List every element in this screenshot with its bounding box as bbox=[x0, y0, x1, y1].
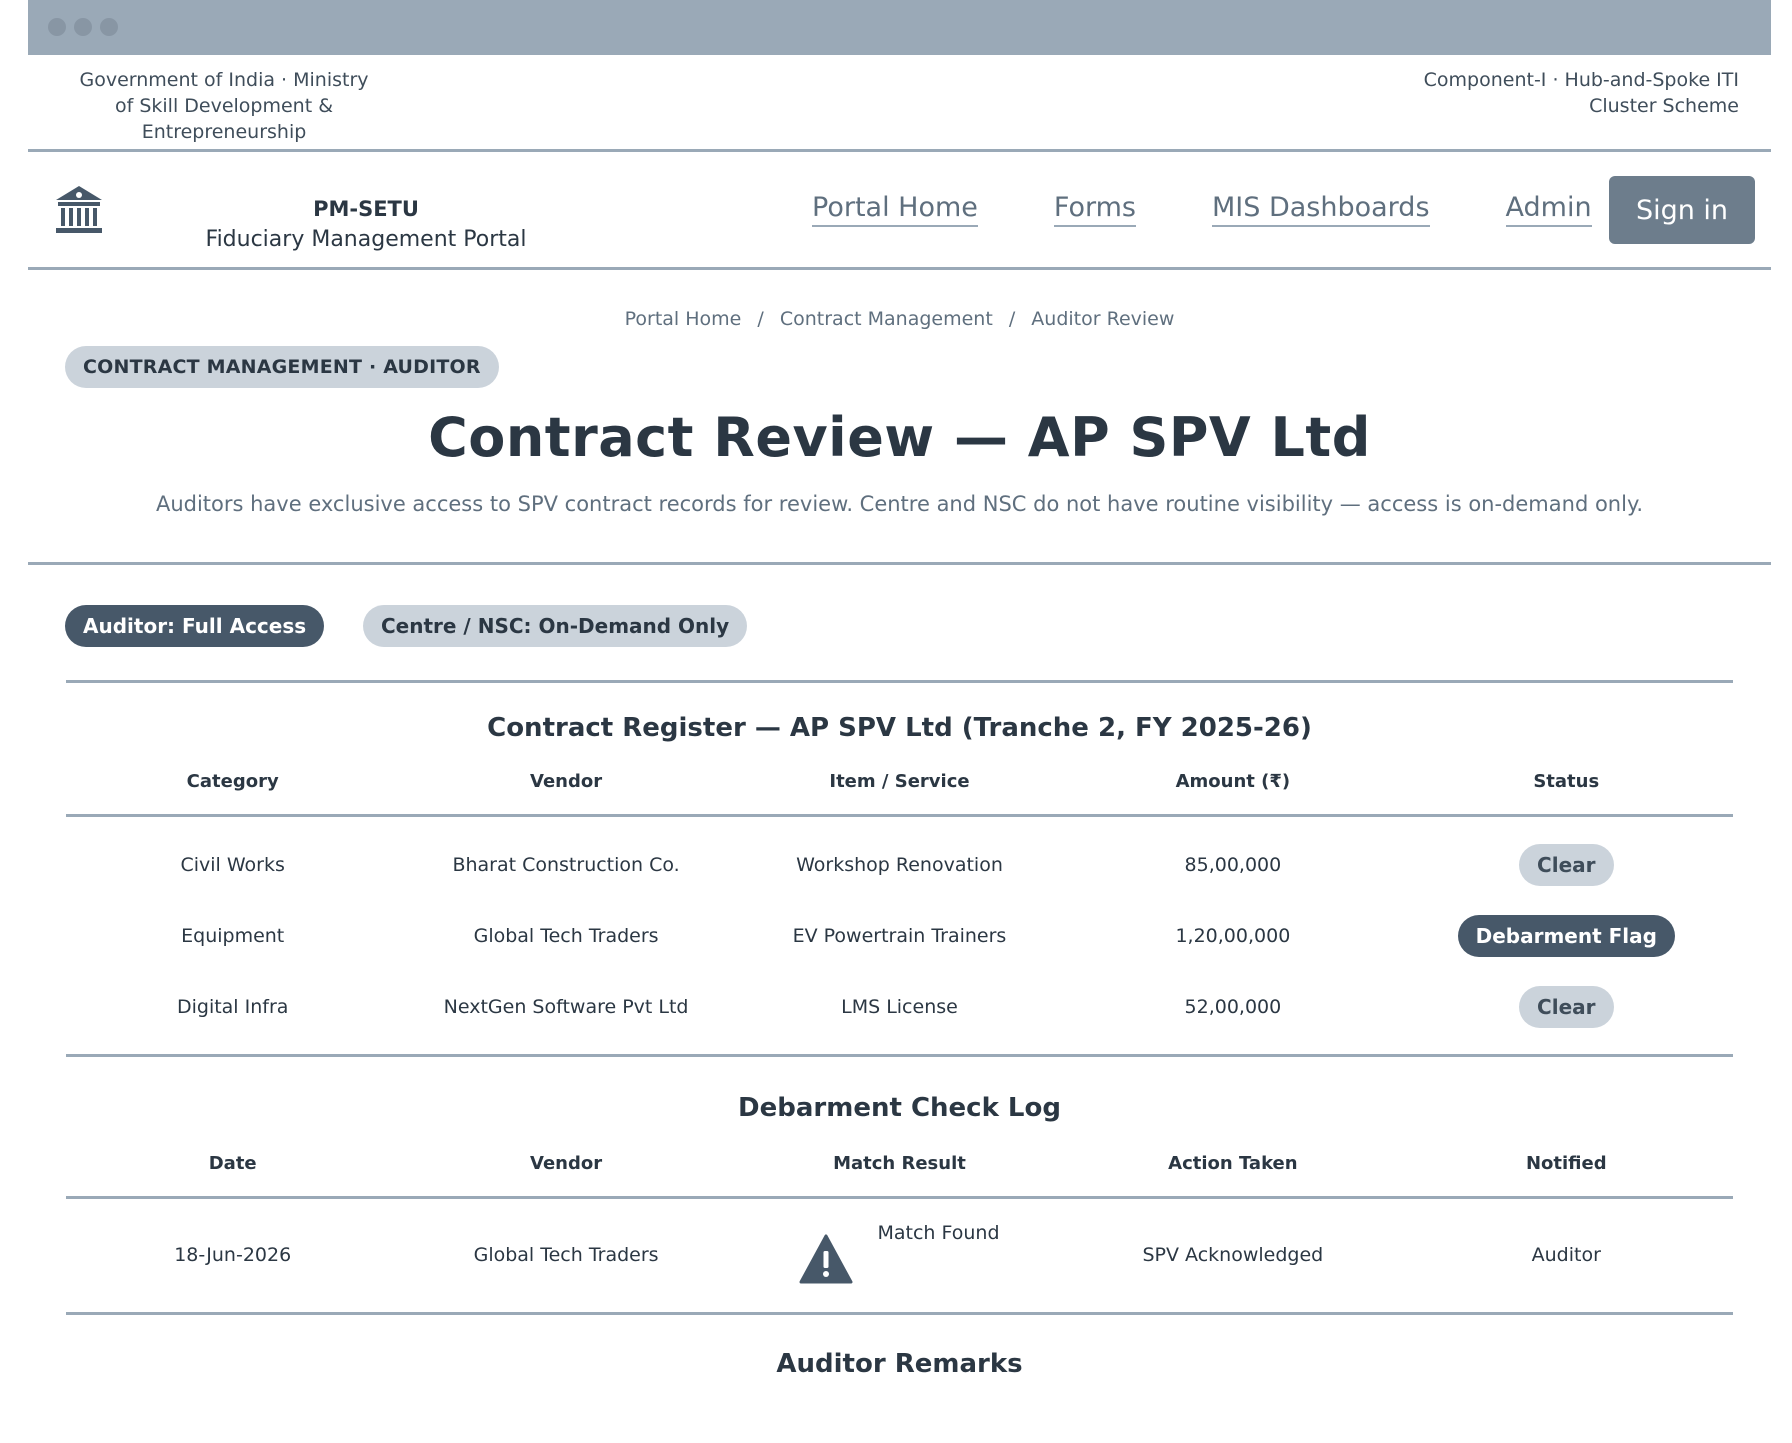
status-badge-debarment-flag[interactable]: Debarment Flag bbox=[1457, 914, 1675, 957]
breadcrumb-portal-home[interactable]: Portal Home bbox=[625, 308, 742, 330]
section-tag: CONTRACT MANAGEMENT · AUDITOR bbox=[65, 346, 499, 388]
centre-access-badge: Centre / NSC: On-Demand Only bbox=[363, 605, 748, 647]
contract-register-section: Contract Register — AP SPV Ltd (Tranche … bbox=[66, 680, 1733, 1379]
cell-amount: 52,00,000 bbox=[1184, 995, 1282, 1018]
status-badge-clear: Clear bbox=[1519, 985, 1614, 1028]
nav-link-portal-home[interactable]: Portal Home bbox=[812, 192, 978, 227]
column-header-category: Category bbox=[186, 770, 279, 792]
debarment-log-table: Date Vendor Match Result Action Taken No… bbox=[66, 1131, 1733, 1312]
table-row[interactable]: 18-Jun-2026 Global Tech Traders Match Fo… bbox=[66, 1197, 1733, 1312]
contract-register-title: Contract Register — AP SPV Ltd (Tranche … bbox=[487, 713, 1312, 743]
window-minimize-dot[interactable] bbox=[74, 18, 92, 36]
scheme-text: Component-I · Hub-and-Spoke ITI Cluster … bbox=[1423, 69, 1739, 117]
column-header-notified: Notified bbox=[1525, 1152, 1607, 1174]
nav-link-forms[interactable]: Forms bbox=[1053, 192, 1136, 227]
contract-register-table: Category Vendor Item / Service Amount (₹… bbox=[66, 749, 1733, 1054]
cell-vendor: Global Tech Traders bbox=[473, 1244, 659, 1267]
window-controls bbox=[48, 18, 118, 36]
main-navbar: PM-SETU Fiduciary Management Portal Port… bbox=[28, 152, 1771, 270]
breadcrumb: Portal Home / Contract Management / Audi… bbox=[28, 308, 1771, 330]
column-header-status: Status bbox=[1533, 770, 1600, 792]
cell-category: Civil Works bbox=[180, 853, 285, 876]
page-description: Auditors have exclusive access to SPV co… bbox=[155, 492, 1644, 516]
table-row[interactable]: Digital Infra NextGen Software Pvt Ltd L… bbox=[66, 971, 1733, 1042]
divider bbox=[66, 680, 1733, 683]
table-row[interactable]: Equipment Global Tech Traders EV Powertr… bbox=[66, 900, 1733, 971]
auditor-remarks-title: Auditor Remarks bbox=[776, 1349, 1023, 1379]
cell-notified: Auditor bbox=[1531, 1244, 1601, 1267]
warning-icon bbox=[799, 1234, 853, 1284]
table-row[interactable]: Civil Works Bharat Construction Co. Work… bbox=[66, 829, 1733, 900]
cell-item: EV Powertrain Trainers bbox=[792, 924, 1007, 947]
cell-vendor: Bharat Construction Co. bbox=[452, 853, 680, 876]
page-title: Contract Review — AP SPV Ltd bbox=[428, 406, 1371, 469]
cell-vendor: NextGen Software Pvt Ltd bbox=[443, 995, 689, 1018]
cell-amount: 1,20,00,000 bbox=[1175, 924, 1291, 947]
nav-link-mis-dashboards[interactable]: MIS Dashboards bbox=[1211, 192, 1430, 227]
column-header-item: Item / Service bbox=[829, 770, 970, 792]
status-badge-clear: Clear bbox=[1519, 843, 1614, 886]
divider bbox=[66, 1312, 1733, 1315]
nav-links: Portal Home Forms MIS Dashboards Admin bbox=[812, 192, 1592, 227]
government-strip: Government of India · Ministry of Skill … bbox=[28, 55, 1771, 152]
divider bbox=[66, 1054, 1733, 1057]
debarment-log-title: Debarment Check Log bbox=[738, 1093, 1061, 1123]
cell-date: 18-Jun-2026 bbox=[174, 1244, 292, 1267]
window-maximize-dot[interactable] bbox=[100, 18, 118, 36]
cell-action-taken: SPV Acknowledged bbox=[1142, 1244, 1324, 1267]
breadcrumb-separator: / bbox=[757, 308, 764, 330]
brand-subtitle: Fiduciary Management Portal bbox=[205, 227, 527, 252]
brand-block: PM-SETU Fiduciary Management Portal bbox=[196, 194, 536, 256]
ministry-text: Government of India · Ministry of Skill … bbox=[79, 69, 369, 143]
nav-link-admin[interactable]: Admin bbox=[1505, 192, 1592, 227]
brand-title: PM-SETU bbox=[313, 197, 419, 221]
institution-building-icon bbox=[56, 186, 102, 233]
browser-window: Government of India · Ministry of Skill … bbox=[28, 0, 1771, 1443]
cell-item: Workshop Renovation bbox=[796, 853, 1003, 876]
match-result-text: Match Found bbox=[877, 1222, 1000, 1245]
column-header-vendor: Vendor bbox=[530, 1152, 603, 1174]
auditor-access-badge: Auditor: Full Access bbox=[65, 605, 325, 647]
cell-category: Equipment bbox=[181, 924, 285, 947]
cell-category: Digital Infra bbox=[176, 995, 289, 1018]
column-header-vendor: Vendor bbox=[530, 770, 603, 792]
breadcrumb-contract-management[interactable]: Contract Management bbox=[780, 308, 993, 330]
column-header-amount: Amount (₹) bbox=[1175, 770, 1291, 792]
breadcrumb-current: Auditor Review bbox=[1031, 308, 1175, 330]
access-badges: Auditor: Full Access Centre / NSC: On-De… bbox=[28, 565, 1771, 680]
page-header: Portal Home / Contract Management / Audi… bbox=[28, 270, 1771, 565]
cell-match-result: Match Found bbox=[733, 1197, 1066, 1312]
cell-vendor: Global Tech Traders bbox=[473, 924, 659, 947]
window-close-dot[interactable] bbox=[48, 18, 66, 36]
breadcrumb-separator: / bbox=[1008, 308, 1016, 330]
table-header-row: Date Vendor Match Result Action Taken No… bbox=[66, 1131, 1733, 1197]
sign-in-button[interactable]: Sign in bbox=[1609, 176, 1755, 244]
cell-item: LMS License bbox=[841, 995, 958, 1018]
column-header-date: Date bbox=[208, 1152, 257, 1174]
column-header-action-taken: Action Taken bbox=[1168, 1152, 1298, 1174]
window-titlebar bbox=[28, 0, 1771, 55]
column-header-match-result: Match Result bbox=[833, 1152, 966, 1174]
cell-amount: 85,00,000 bbox=[1184, 853, 1282, 876]
table-header-row: Category Vendor Item / Service Amount (₹… bbox=[66, 749, 1733, 815]
